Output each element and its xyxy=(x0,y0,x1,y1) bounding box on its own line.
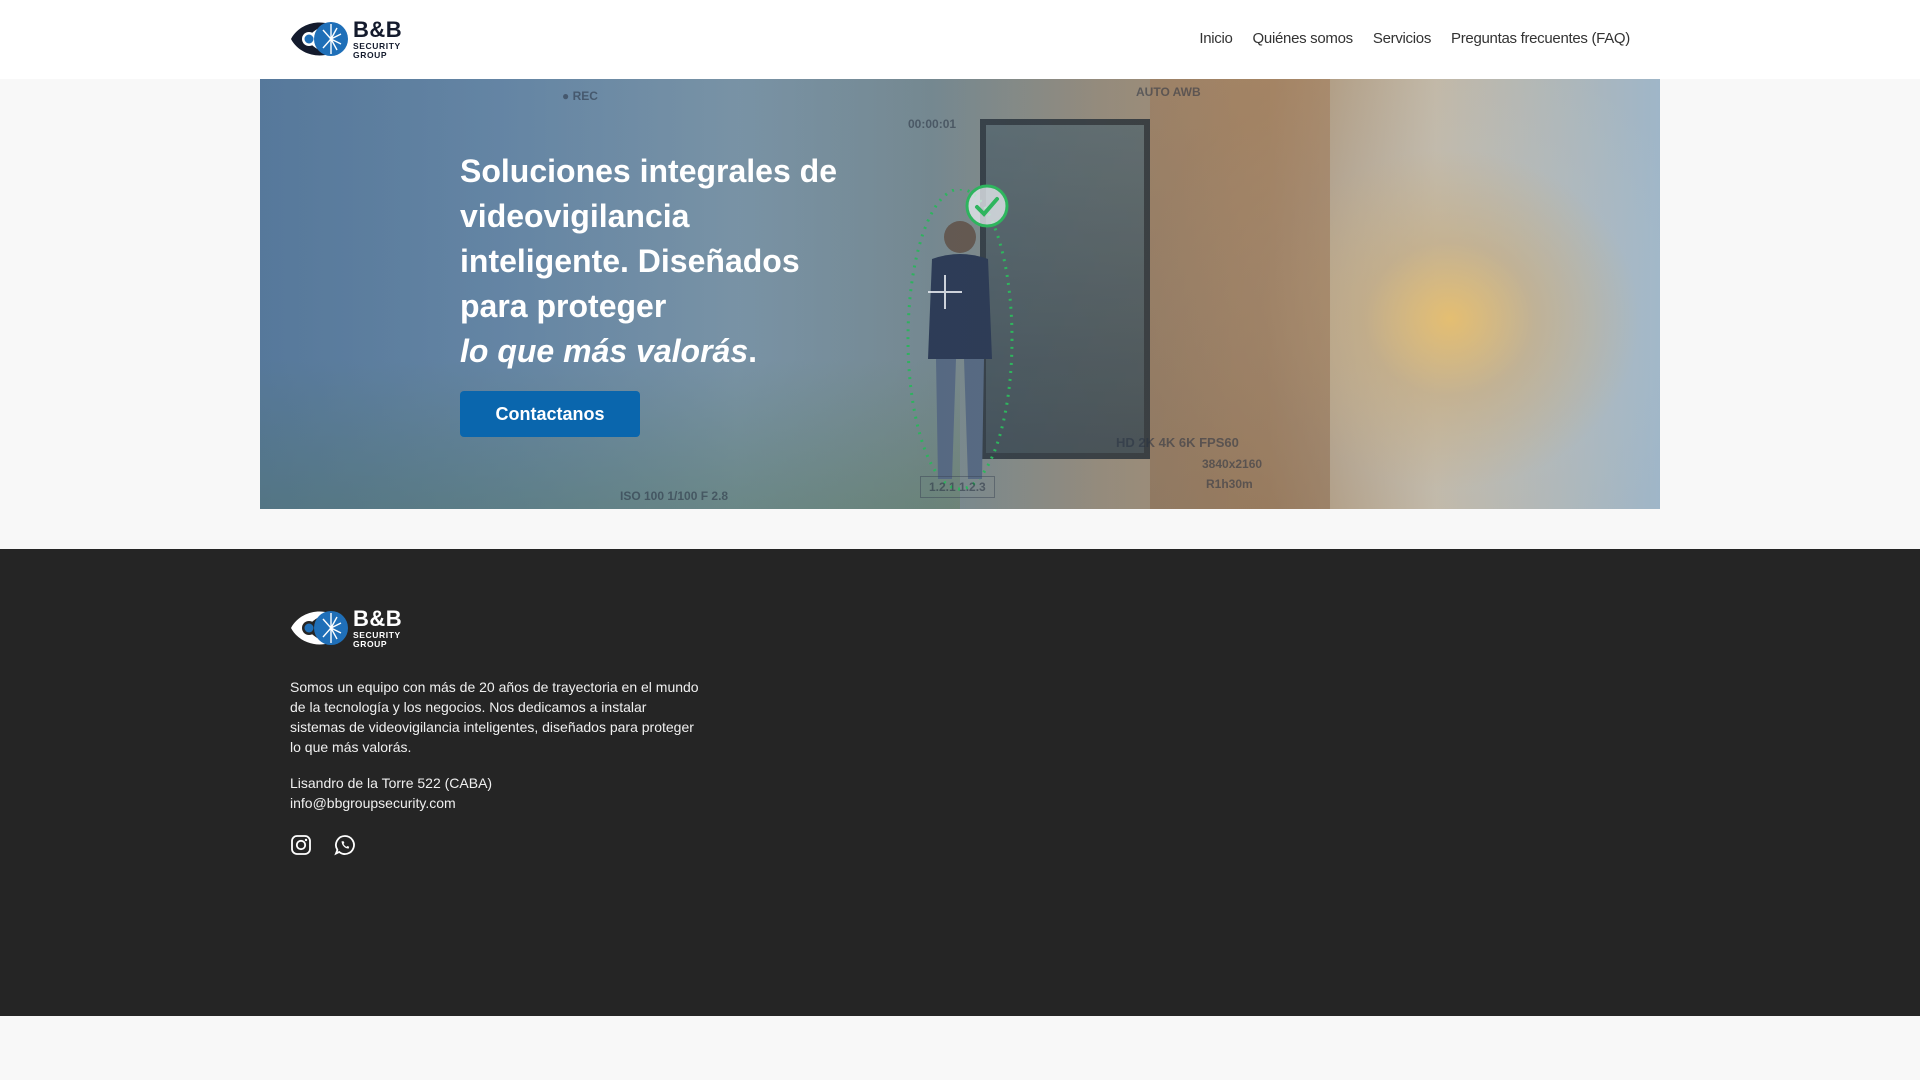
site-footer: B&B SECURITY GROUP Somos un equipo con m… xyxy=(0,549,1920,1016)
logo-line-group: GROUP xyxy=(353,639,388,649)
logo-brand-name: B&B xyxy=(353,16,403,42)
footer-email[interactable]: info@bbgroupsecurity.com xyxy=(290,793,492,813)
nav-faq[interactable]: Preguntas frecuentes (FAQ) xyxy=(1451,30,1630,47)
social-links xyxy=(290,834,356,856)
hero-title: Soluciones integrales de videovigilancia… xyxy=(460,153,837,369)
nav-inicio[interactable]: Inicio xyxy=(1199,30,1233,47)
nav-quienes-somos[interactable]: Quiénes somos xyxy=(1253,30,1354,47)
footer-logo[interactable]: B&B SECURITY GROUP xyxy=(289,607,402,649)
hud-rec: ● REC xyxy=(562,89,598,103)
hud-hd-fps: HD 2K 4K 6K FPS60 xyxy=(1116,435,1239,450)
instagram-icon[interactable] xyxy=(290,834,312,856)
hero-banner: ● REC 00:00:01 AUTO AWB HD 2K 4K 6K FPS6… xyxy=(260,79,1660,509)
eye-logo-icon xyxy=(291,611,348,645)
hud-auto: AUTO AWB xyxy=(1136,85,1201,99)
hud-segments: 1.2.1 1.2.3 xyxy=(920,476,995,498)
footer-about-text: Somos un equipo con más de 20 años de tr… xyxy=(290,679,699,755)
logo-line-security: SECURITY xyxy=(353,40,401,51)
nav-servicios[interactable]: Servicios xyxy=(1373,30,1431,47)
site-header: B&B SECURITY GROUP Inicio Quiénes somos … xyxy=(0,0,1920,79)
hud-iso: ISO 100 1/100 F 2.8 xyxy=(620,489,729,503)
logo-line-group: GROUP xyxy=(353,50,388,60)
whatsapp-icon[interactable] xyxy=(334,834,356,856)
logo-brand-name: B&B xyxy=(353,605,403,631)
hud-resolution: 3840x2160 xyxy=(1202,457,1263,471)
hud-recording-time: R1h30m xyxy=(1206,477,1253,491)
footer-address: Lisandro de la Torre 522 (CABA) xyxy=(290,775,493,791)
contact-button[interactable]: Contactanos xyxy=(460,391,640,437)
main-nav: Inicio Quiénes somos Servicios Preguntas… xyxy=(1199,30,1630,47)
hero-title-emphasis: lo que más valorás xyxy=(460,333,749,369)
header-logo[interactable]: B&B SECURITY GROUP xyxy=(289,18,402,60)
footer-contact: Lisandro de la Torre 522 (CABA) info@bbg… xyxy=(290,773,492,813)
logo-line-security: SECURITY xyxy=(353,629,401,640)
hud-timer: 00:00:01 xyxy=(908,117,957,131)
eye-logo-icon xyxy=(291,22,348,56)
